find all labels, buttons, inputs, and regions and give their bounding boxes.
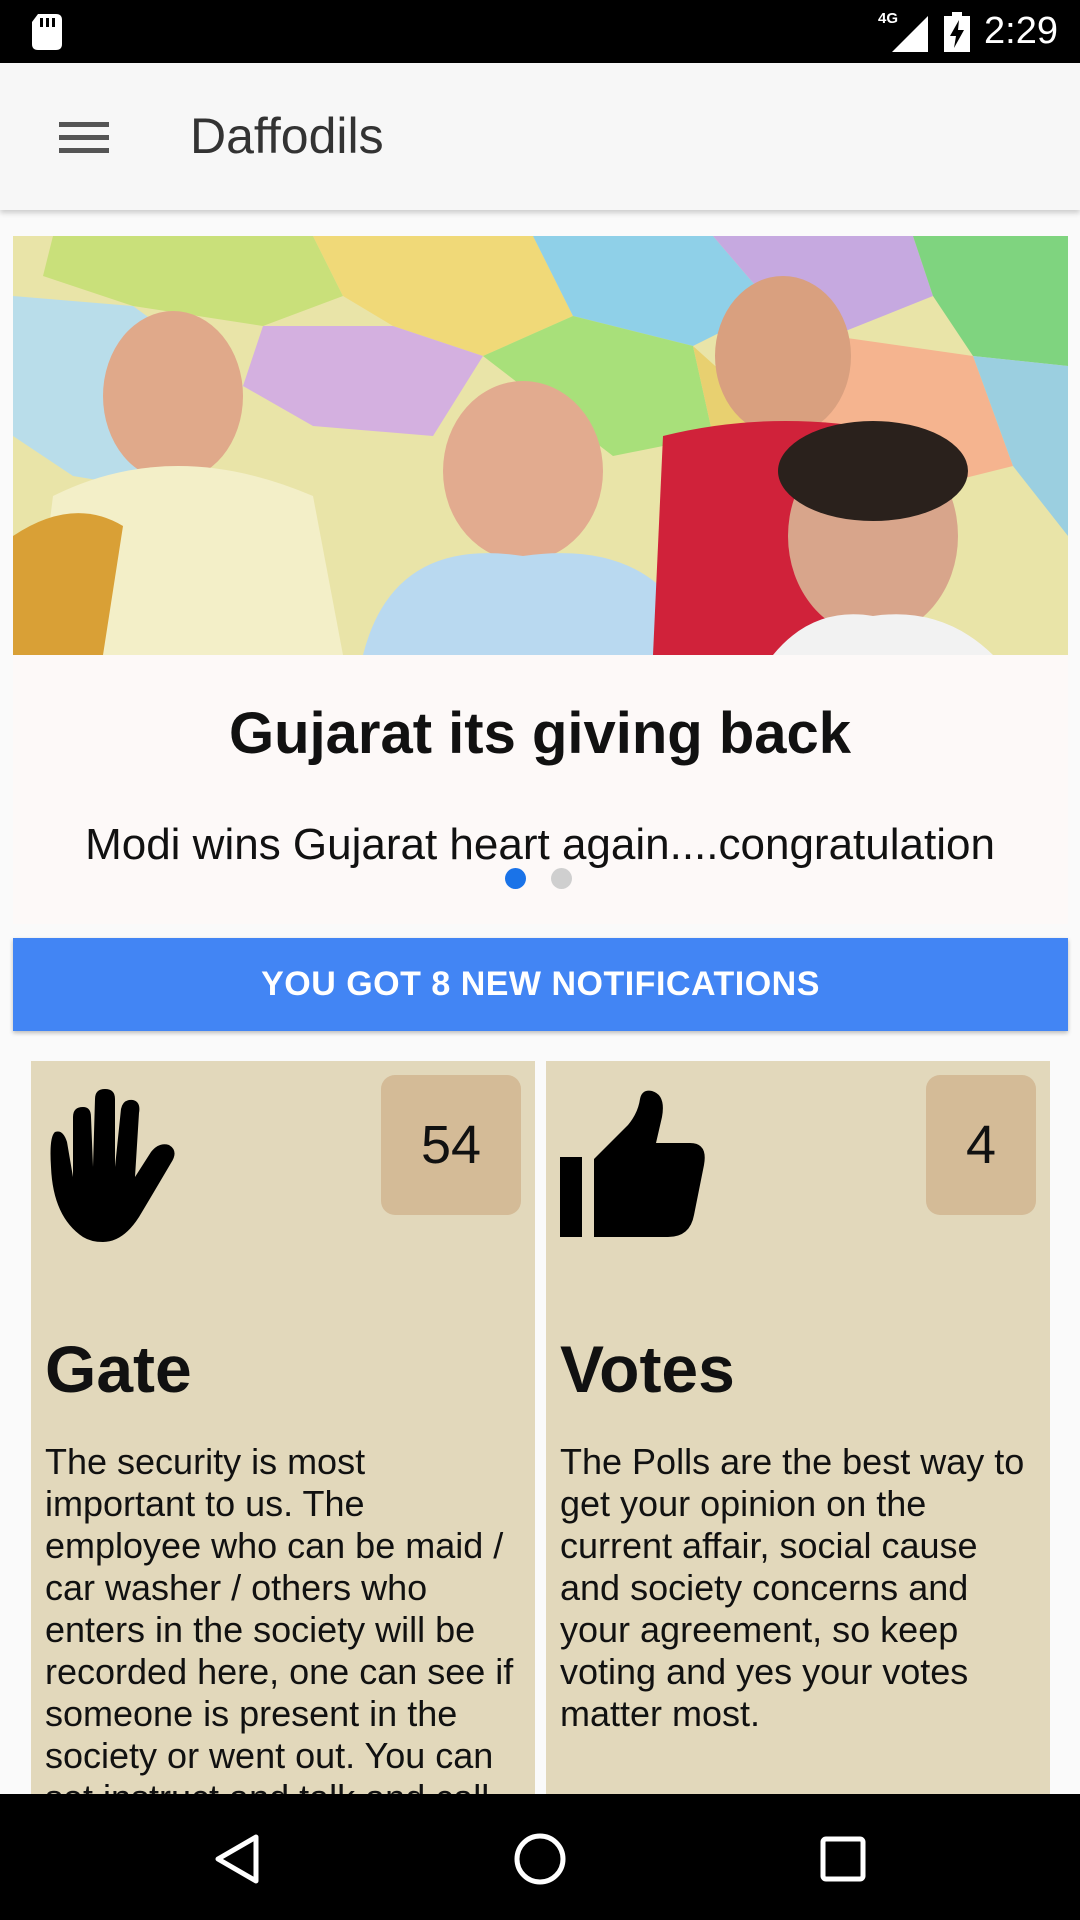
- home-button[interactable]: [505, 1824, 575, 1894]
- slide-title: Gujarat its giving back: [228, 701, 852, 766]
- votes-card[interactable]: 4 Votes The Polls are the best way to ge…: [546, 1061, 1050, 1821]
- carousel-indicator[interactable]: [505, 868, 572, 889]
- battery-charging-icon: [944, 11, 971, 52]
- votes-title: Votes: [560, 1332, 735, 1406]
- gate-count: 54: [420, 1115, 482, 1175]
- slide-subtitle: Modi wins Gujarat heart again....congrat…: [85, 820, 995, 869]
- gate-count-badge: 54: [381, 1075, 521, 1215]
- status-bar: 4G 2:29: [0, 0, 1080, 63]
- navigation-bar: [0, 1794, 1080, 1920]
- gate-description: The security is most important to us. Th…: [45, 1441, 514, 1818]
- recents-button[interactable]: [808, 1824, 878, 1894]
- menu-button[interactable]: [44, 103, 124, 173]
- hand-icon: [50, 1089, 175, 1242]
- app-bar: Daffodils: [0, 63, 1080, 210]
- back-button[interactable]: [202, 1824, 272, 1894]
- carousel-dot-active[interactable]: [505, 868, 526, 889]
- votes-count: 4: [965, 1115, 997, 1175]
- votes-description: The Polls are the best way to get your o…: [560, 1441, 1025, 1734]
- gate-card[interactable]: 54 Gate The security is most important t…: [31, 1061, 535, 1821]
- cell-signal-icon: 4G: [878, 10, 930, 52]
- hamburger-menu-icon: [59, 122, 109, 153]
- votes-count-badge: 4: [926, 1075, 1036, 1215]
- gate-title: Gate: [45, 1332, 192, 1406]
- recents-square-icon: [820, 1836, 866, 1882]
- carousel-dot[interactable]: [551, 868, 572, 889]
- thumbs-up-icon: [560, 1090, 705, 1237]
- notifications-button[interactable]: YOU GOT 8 NEW NOTIFICATIONS: [13, 938, 1068, 1031]
- app-title: Daffodils: [190, 108, 384, 164]
- back-triangle-icon: [215, 1834, 259, 1884]
- home-circle-icon: [514, 1833, 566, 1885]
- clock: 2:29: [984, 10, 1058, 52]
- sd-card-icon: [32, 14, 62, 50]
- banner-image: [13, 236, 1068, 655]
